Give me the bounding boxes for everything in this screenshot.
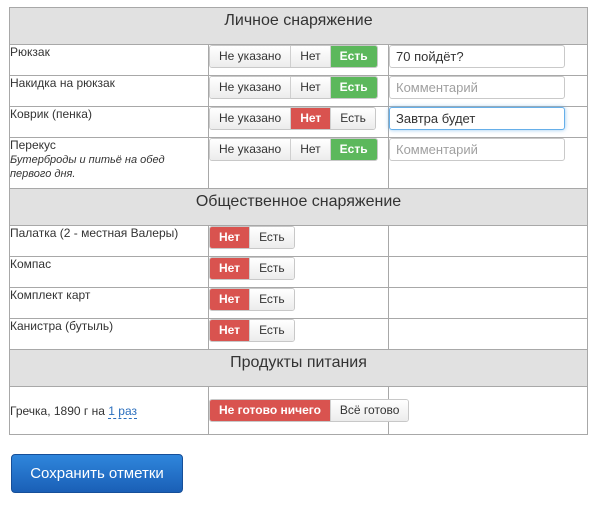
item-name: Канистра (бутыль) [10, 319, 114, 333]
section-title: Общественное снаряжение [195, 193, 402, 210]
status-toggle: Нет Есть [209, 288, 295, 311]
comment-input[interactable] [389, 76, 565, 99]
item-name: Накидка на рюкзак [10, 76, 115, 90]
option-yes[interactable]: Есть [330, 77, 377, 98]
option-not-specified[interactable]: Не указано [210, 77, 292, 98]
option-yes[interactable]: Есть [250, 227, 294, 248]
status-toggle: Не указано Нет Есть [209, 107, 376, 130]
item-name: Перекус [10, 138, 56, 152]
option-no[interactable]: Нет [291, 77, 331, 98]
status-toggle: Не указано Нет Есть [209, 45, 378, 68]
table-row: Гречка, 1890 г на 1 раз Не готово ничего… [9, 386, 588, 435]
option-yes[interactable]: Есть [330, 139, 377, 160]
option-yes[interactable]: Есть [330, 46, 377, 67]
option-yes[interactable]: Есть [250, 320, 294, 341]
option-yes[interactable]: Есть [250, 289, 294, 310]
section-shared: Общественное снаряжение [9, 188, 588, 226]
status-toggle: Нет Есть [209, 257, 295, 280]
save-button[interactable]: Сохранить отметки [11, 454, 183, 493]
item-name: Коврик (пенка) [10, 107, 92, 121]
option-nothing-ready[interactable]: Не готово ничего [210, 400, 331, 421]
option-yes[interactable]: Есть [331, 108, 375, 129]
table-row: Канистра (бутыль) Нет Есть [9, 318, 588, 350]
item-note: Бутерброды и питьё на обед первого дня. [10, 154, 165, 180]
comment-input[interactable] [389, 138, 565, 161]
comment-input[interactable] [389, 107, 565, 130]
item-name: Компас [10, 257, 52, 271]
item-name: Рюкзак [10, 45, 50, 59]
option-no[interactable]: Нет [210, 258, 251, 279]
item-name: Комплект карт [10, 288, 91, 302]
gear-table: Личное снаряжение Рюкзак Не указано Нет … [9, 7, 588, 435]
status-toggle: Не указано Нет Есть [209, 76, 378, 99]
option-no[interactable]: Нет [210, 227, 251, 248]
table-row: Накидка на рюкзак Не указано Нет Есть [9, 75, 588, 107]
option-no[interactable]: Нет [210, 289, 251, 310]
table-row: Рюкзак Не указано Нет Есть [9, 44, 588, 76]
table-row: Перекус Бутерброды и питьё на обед перво… [9, 137, 588, 189]
option-no[interactable]: Нет [291, 46, 331, 67]
item-name: Палатка (2 - местная Валеры) [10, 226, 179, 240]
gear-checklist: Личное снаряжение Рюкзак Не указано Нет … [9, 7, 588, 435]
option-no[interactable]: Нет [291, 108, 332, 129]
option-not-specified[interactable]: Не указано [210, 46, 292, 67]
option-not-specified[interactable]: Не указано [210, 108, 292, 129]
status-toggle: Нет Есть [209, 319, 295, 342]
table-row: Компас Нет Есть [9, 256, 588, 288]
option-no[interactable]: Нет [210, 320, 251, 341]
comment-input[interactable] [389, 45, 565, 68]
table-row: Комплект карт Нет Есть [9, 287, 588, 319]
option-yes[interactable]: Есть [250, 258, 294, 279]
table-row: Палатка (2 - местная Валеры) Нет Есть [9, 225, 588, 257]
status-toggle: Не готово ничего Всё готово [209, 399, 410, 422]
option-not-specified[interactable]: Не указано [210, 139, 292, 160]
item-name: Гречка, 1890 г на [10, 403, 105, 418]
status-toggle: Нет Есть [209, 226, 295, 249]
section-title: Личное снаряжение [224, 12, 373, 29]
option-no[interactable]: Нет [291, 139, 331, 160]
section-title: Продукты питания [230, 354, 367, 371]
option-all-ready[interactable]: Всё готово [330, 400, 409, 421]
portion-link[interactable]: 1 раз [108, 403, 137, 419]
section-food: Продукты питания [9, 349, 588, 387]
table-row: Коврик (пенка) Не указано Нет Есть [9, 106, 588, 138]
section-personal: Личное снаряжение [9, 7, 588, 45]
status-toggle: Не указано Нет Есть [209, 138, 378, 161]
